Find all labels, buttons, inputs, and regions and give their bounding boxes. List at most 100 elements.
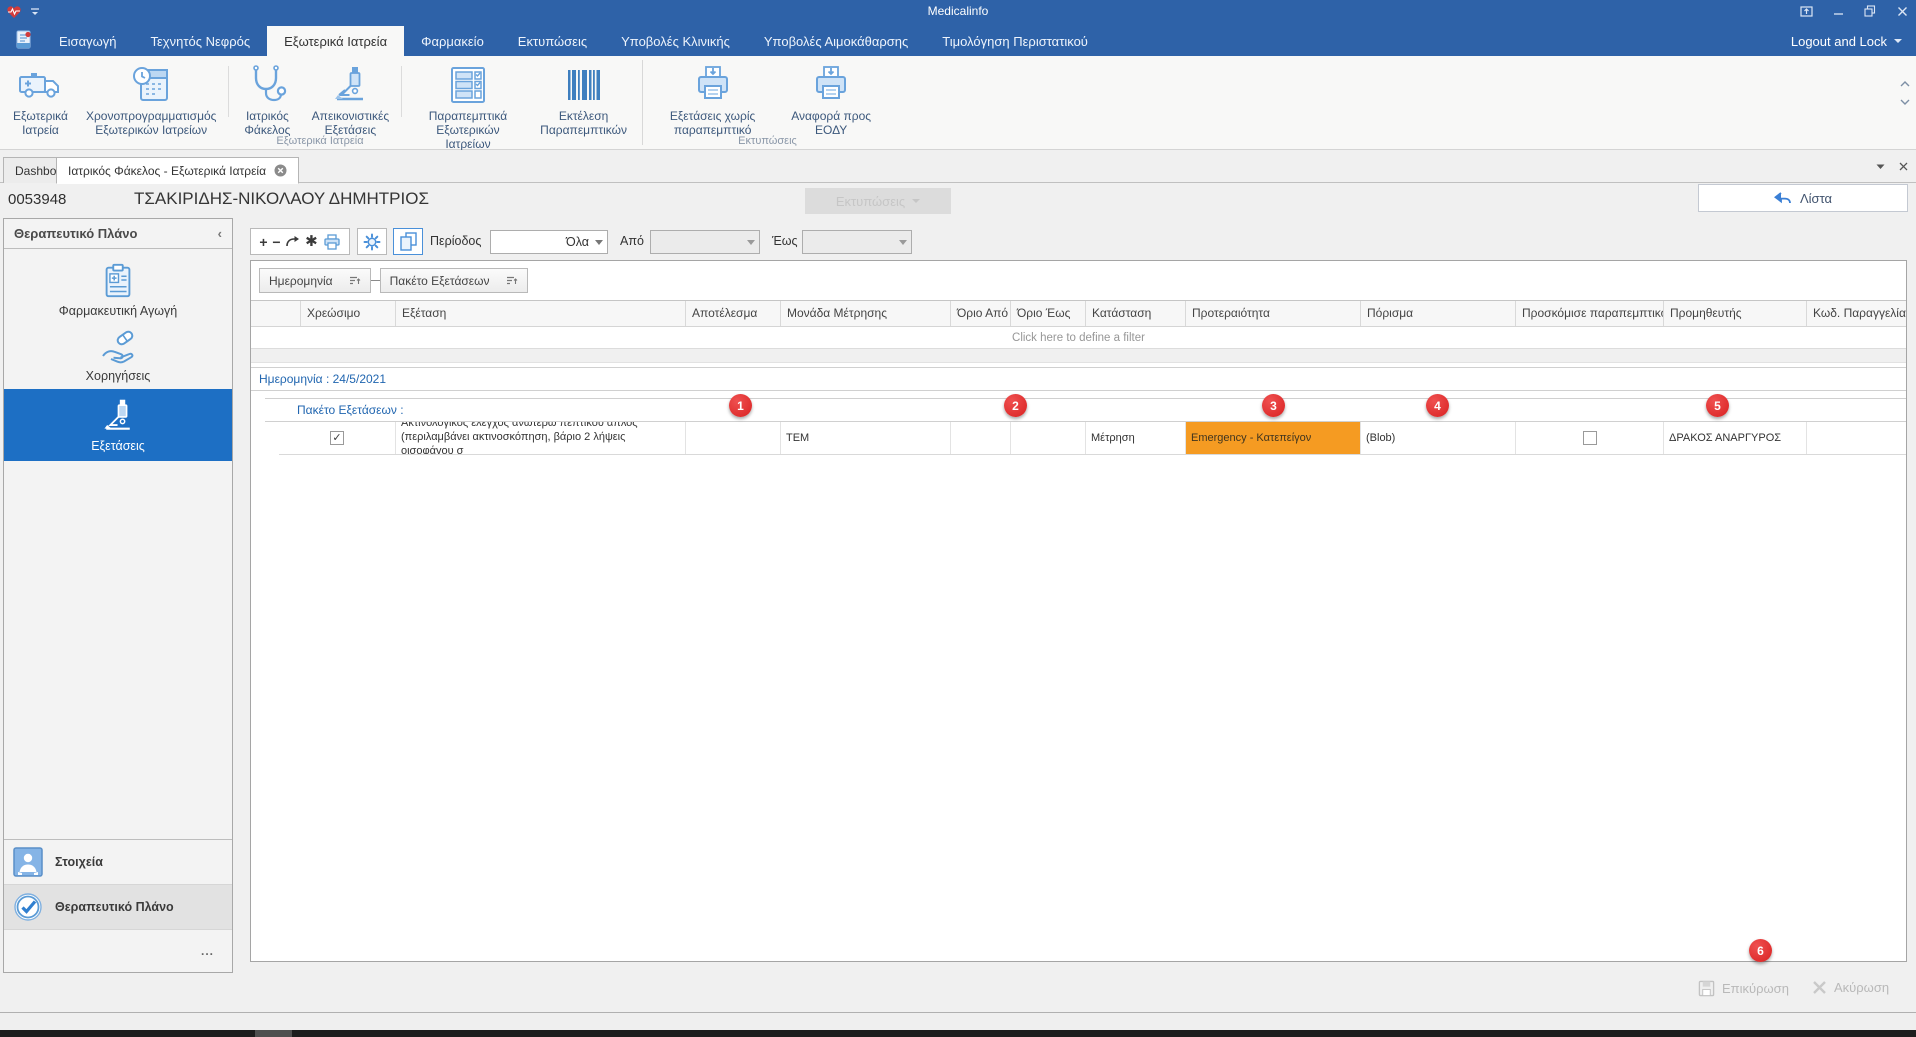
restore-button[interactable] (1862, 4, 1878, 18)
sidebar-item-therapeftiko-plano[interactable]: Θεραπευτικό Πλάνο (4, 885, 232, 930)
taskbar-active-segment (255, 1030, 292, 1037)
cell-priority[interactable]: Emergency - Κατεπείγον (1186, 422, 1361, 454)
close-button[interactable] (1894, 4, 1910, 18)
column-header-apotelesma[interactable]: Αποτέλεσμα (686, 301, 781, 326)
tabstrip-close-icon[interactable] (1899, 162, 1908, 171)
sidebar-item-exetaseis-selected[interactable]: Εξετάσεις (4, 389, 232, 461)
patient-id: 0053948 (8, 191, 67, 208)
period-value: Όλα (566, 235, 589, 249)
cell-exam[interactable]: Ακτινολογικός έλεγχος ανωτέρω πεπτικού α… (396, 422, 686, 454)
patient-header: 0053948 ΤΣΑΚΙΡΙΔΗΣ-ΝΙΚΟΛΑΟΥ ΔΗΜΗΤΡΙΟΣ Εκ… (0, 183, 1916, 218)
group-row-date[interactable]: Ημερομηνία : 24/5/2021 (251, 367, 1906, 391)
confirm-button-disabled: Επικύρωση (1698, 980, 1789, 997)
gear-icon[interactable] (363, 233, 381, 251)
cancel-button-disabled: Ακύρωση (1812, 980, 1889, 995)
column-header-proteraiotita[interactable]: Προτεραιότητα (1186, 301, 1361, 326)
column-header-monada-metrisis[interactable]: Μονάδα Μέτρησης (781, 301, 951, 326)
ribbon-item-label: Εκτέλεση Παραπεμπτικών (540, 109, 627, 138)
add-row-icon[interactable]: + (259, 235, 267, 249)
exam-data-row[interactable]: ✓ Ακτινολογικός έλεγχος ανωτέρω πεπτικού… (279, 422, 1906, 455)
collapse-chevron-icon[interactable]: ‹ (218, 226, 222, 241)
filter-row[interactable]: Click here to define a filter (251, 327, 1906, 349)
menu-item-ypovoles-aimokatharsis[interactable]: Υποβολές Αιμοκάθαρσης (747, 26, 925, 56)
ribbon-exetaseis-xoris-parapemptiko-button[interactable]: Εξετάσεις χωρίς παραπεμπτικό (649, 62, 776, 139)
cell-billable[interactable]: ✓ (279, 422, 396, 454)
column-header-promitheutis[interactable]: Προμηθευτής (1664, 301, 1807, 326)
column-header-orio-apo[interactable]: Όριο Από (951, 301, 1011, 326)
group-chip-imerominia[interactable]: Ημερομηνία (259, 268, 371, 293)
cell-status[interactable]: Μέτρηση (1086, 422, 1186, 454)
column-header-katastasi[interactable]: Κατάσταση (1086, 301, 1186, 326)
to-label: Έως (772, 234, 798, 248)
menu-item-ypovoles-klinikis[interactable]: Υποβολές Κλινικής (604, 26, 747, 56)
tab-iatrikos-fakelos[interactable]: Ιατρικός Φάκελος - Εξωτερικά Ιατρεία (56, 157, 300, 184)
cell-order-code[interactable] (1807, 422, 1906, 454)
sidebar-item-farmakeftiki-agogi[interactable]: Φαρμακευτική Αγωγή (4, 257, 232, 323)
minimize-button[interactable] (1830, 4, 1846, 18)
cell-limit-to[interactable] (1011, 422, 1086, 454)
cell-unit[interactable]: TEM (781, 422, 951, 454)
column-header-porisma[interactable]: Πόρισμα (1361, 301, 1516, 326)
cell-result[interactable] (686, 422, 781, 454)
sidebar-overflow-button[interactable]: ... (4, 930, 232, 972)
annotation-marker-1: 1 (729, 394, 752, 417)
back-to-list-button[interactable]: Λίστα (1698, 184, 1908, 212)
menu-item-eisagogi[interactable]: Εισαγωγή (42, 26, 133, 56)
cell-report[interactable]: (Blob) (1361, 422, 1516, 454)
printer-icon (809, 64, 853, 106)
column-header-kod-paraggelias[interactable]: Κωδ. Παραγγελίας (1807, 301, 1906, 326)
annotation-marker-2: 2 (1004, 394, 1027, 417)
ribbon-item-label: Χρονοπρογραμματισμός Εξωτερικών Ιατρείων (85, 109, 217, 138)
ribbon-scroll-up-icon[interactable] (1900, 80, 1910, 87)
sidebar-bottom-label: Θεραπευτικό Πλάνο (55, 900, 174, 914)
ribbon-iatrikos-fakelos-button[interactable]: Ιατρικός Φάκελος (232, 62, 303, 139)
column-header-proskomise-parapemptiko[interactable]: Προσκόμισε παραπεμπτικό (1516, 301, 1664, 326)
clipboard-plus-icon (105, 263, 131, 298)
logout-and-lock-button[interactable]: Logout and Lock (1791, 26, 1916, 56)
ribbon-group-divider (642, 60, 643, 145)
tab-list-dropdown-icon[interactable] (1876, 164, 1885, 170)
column-header-xreosimo[interactable]: Χρεώσιμο (301, 301, 396, 326)
checkbox-unchecked-icon[interactable] (1582, 431, 1597, 445)
menu-item-texnitos-nefros[interactable]: Τεχνητός Νεφρός (133, 26, 267, 56)
pin-window-icon[interactable] (1798, 4, 1814, 18)
stethoscope-icon (245, 64, 289, 106)
ribbon-ektelesi-parapemptikon-button[interactable]: Εκτέλεση Παραπεμπτικών (531, 62, 636, 139)
menu-item-farmakeio[interactable]: Φαρμακείο (404, 26, 501, 56)
tab-label: Ιατρικός Φάκελος - Εξωτερικά Ιατρεία (68, 163, 267, 178)
tab-close-icon[interactable] (274, 164, 287, 177)
ribbon-scroll-down-icon[interactable] (1900, 99, 1910, 106)
sidebar-item-xorigiseis[interactable]: Χορηγήσεις (4, 323, 232, 389)
group-by-panel[interactable]: Ημερομηνία Πακέτο Εξετάσεων (251, 261, 1906, 301)
from-dropdown-disabled (650, 230, 760, 254)
redo-arrow-icon[interactable] (285, 235, 300, 248)
microscope-icon (104, 399, 130, 430)
confirm-button-label: Επικύρωση (1722, 981, 1789, 996)
group-chip-paketo-exetaseon[interactable]: Πακέτο Εξετάσεων (379, 268, 528, 293)
menu-item-ektyposeis[interactable]: Εκτυπώσεις (501, 26, 604, 56)
print-grid-icon[interactable] (323, 233, 341, 250)
group-row-exam-package[interactable]: Πακέτο Εξετάσεων : (265, 398, 1906, 422)
sidebar-item-label: Χορηγήσεις (85, 369, 151, 383)
period-dropdown[interactable]: Όλα (490, 230, 608, 254)
pages-icon[interactable] (399, 232, 417, 251)
cell-brought-referral[interactable] (1516, 422, 1664, 454)
cell-limit-from[interactable] (951, 422, 1011, 454)
ribbon-apeikonistikes-button[interactable]: Απεικονιστικές Εξετάσεις (303, 62, 398, 139)
menu-item-exoterika-iatreia[interactable]: Εξωτερικά Ιατρεία (267, 26, 405, 56)
asterisk-icon[interactable]: ✱ (305, 234, 318, 249)
app-document-icon[interactable] (14, 30, 34, 50)
column-header-orio-eos[interactable]: Όριο Έως (1011, 301, 1086, 326)
exams-grid: Ημερομηνία Πακέτο Εξετάσεων Χρεώσιμο Εξέ… (250, 260, 1907, 962)
column-header-exetasi[interactable]: Εξέταση (396, 301, 686, 326)
ribbon-xronoprogrammatismos-button[interactable]: Χρονοπρογραμματισμός Εξωτερικών Ιατρείων (77, 62, 226, 139)
remove-row-icon[interactable]: − (272, 235, 280, 249)
barcode-icon (562, 64, 606, 106)
ribbon-anafora-eody-button[interactable]: Αναφορά προς ΕΟΔΥ (776, 62, 886, 139)
menu-item-timologisi-peristatikou[interactable]: Τιμολόγηση Περιστατικού (925, 26, 1105, 56)
checkbox-checked-icon[interactable]: ✓ (330, 431, 344, 445)
cell-supplier[interactable]: ΔΡΑΚΟΣ ΑΝΑΡΓΥΡΟΣ (1664, 422, 1807, 454)
sidebar-item-stoixeia[interactable]: Στοιχεία (4, 840, 232, 885)
ribbon-exoterika-iatreia-button[interactable]: Εξωτερικά Ιατρεία (4, 62, 77, 139)
ribbon-item-label: Εξωτερικά Ιατρεία (13, 109, 68, 138)
